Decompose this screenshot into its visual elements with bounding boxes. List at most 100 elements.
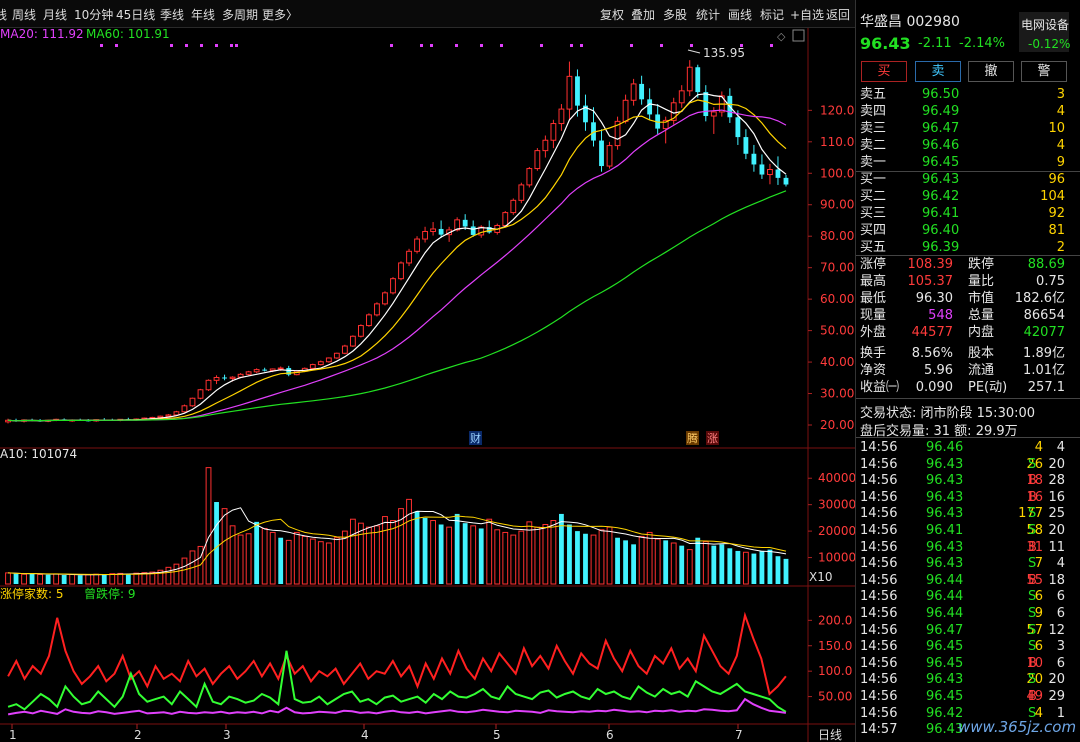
volume-bar — [261, 527, 268, 585]
price-tick-label: 90.00 — [820, 198, 854, 212]
sell-button[interactable]: 卖 — [915, 61, 961, 82]
price-tick-label: 100.0 — [820, 166, 854, 180]
volume-bar — [510, 534, 517, 585]
candle-body — [751, 153, 757, 165]
ma20-line — [7, 109, 787, 422]
volume-bar — [462, 523, 468, 584]
volume-bar — [69, 573, 76, 585]
volume-bar — [550, 520, 557, 585]
volume-axis: 40000 30000 20000 10000 — [808, 471, 855, 565]
stat-value: 42077 — [1023, 325, 1065, 340]
volume-bar — [494, 529, 501, 585]
expand-icon[interactable]: ◇ — [777, 30, 786, 43]
volume-ma10-line — [7, 515, 787, 575]
candle-body — [181, 405, 188, 413]
volume-bar — [638, 535, 645, 585]
ma10-line — [7, 99, 787, 422]
signal-dot — [540, 44, 543, 47]
candle-body — [390, 278, 396, 294]
candle-body — [686, 66, 693, 92]
volume-bar — [301, 535, 308, 585]
stock-change: -2.11 — [918, 36, 952, 51]
candle-body — [438, 228, 444, 235]
candle-body — [735, 117, 741, 138]
volume-bar — [13, 573, 19, 584]
ask-volume: 3 — [1056, 87, 1065, 102]
candle-body — [502, 212, 509, 227]
chart-area[interactable]: 120.0 110.0 100.0 90.00 80.00 70.00 60.00 50.00… — [0, 0, 855, 742]
indicator-tick-label: 150.0 — [818, 639, 852, 653]
high-price-label: 135.95 — [703, 46, 745, 60]
ticks-separator — [856, 437, 1080, 438]
stat-value: 0.75 — [1036, 274, 1065, 289]
signal-dot — [630, 44, 633, 47]
signal-dot — [235, 44, 238, 47]
volume-bar — [438, 524, 444, 584]
volume-bar — [406, 498, 412, 585]
volume-bar — [285, 539, 292, 585]
cancel-order-button[interactable]: 撤 — [968, 61, 1014, 82]
volume-bar — [735, 550, 741, 584]
volume-bar — [205, 467, 212, 585]
volume-bar — [775, 556, 781, 584]
signal-dot — [455, 44, 458, 47]
watermark: www.365jz.com — [958, 718, 1077, 736]
volume-bar — [181, 557, 188, 585]
indicator-tick-label: 200.0 — [818, 613, 852, 627]
candle-body — [647, 99, 653, 115]
indicator-line-2 — [7, 697, 787, 716]
volume-bar — [679, 545, 685, 584]
volume-bar — [414, 511, 420, 584]
volume-bar — [333, 537, 340, 585]
limitup-legend: 涨停家数: 5 — [0, 586, 64, 601]
candle-body — [759, 164, 765, 175]
candle-body — [197, 389, 204, 399]
candle-body — [470, 226, 476, 235]
bid-volume: 104 — [1040, 189, 1065, 204]
candle-body — [703, 92, 709, 117]
volume-ma5-line — [7, 507, 787, 576]
volume-bar — [278, 537, 284, 584]
volume-bar — [598, 529, 605, 585]
volume-bar — [214, 502, 219, 584]
volume-bar — [325, 542, 332, 585]
ma60-line — [7, 190, 787, 422]
candle-body — [622, 99, 629, 122]
date-tick-label: 3 — [223, 728, 231, 742]
volume-bar — [229, 525, 236, 585]
high-price-pointer — [687, 49, 701, 54]
volume-bar — [165, 566, 172, 585]
volume-bar — [526, 521, 533, 585]
volume-bar — [21, 573, 27, 585]
volume-bar — [349, 518, 356, 585]
tick-count: 16 — [1048, 489, 1065, 505]
signal-dot — [580, 44, 583, 47]
volume-bar — [727, 548, 733, 584]
ask-volume: 4 — [1056, 138, 1065, 153]
price-tick-label: 110.0 — [820, 135, 854, 149]
stat-value: 257.1 — [1027, 380, 1065, 395]
volume-unit: X10 — [809, 570, 833, 584]
candle-body — [229, 376, 236, 379]
candle-body — [743, 137, 749, 154]
volume-bar — [702, 541, 709, 585]
volume-bar — [759, 550, 765, 584]
ma-legend-60: MA60: 101.91 — [86, 27, 170, 41]
volume-bar — [237, 534, 244, 585]
candle-body — [767, 169, 773, 176]
candle-body — [366, 314, 372, 327]
indicator-line-0 — [7, 611, 787, 696]
tick-count: 18 — [1048, 572, 1065, 588]
volume-tick-label: 20000 — [818, 524, 855, 538]
alert-button[interactable]: 警 — [1021, 61, 1067, 82]
buy-button[interactable]: 买 — [861, 61, 907, 82]
tick-count: 20 — [1048, 672, 1065, 688]
toggle-box-icon[interactable] — [792, 29, 805, 42]
volume-bar — [293, 531, 300, 585]
indicator-tick-label: 100.0 — [818, 664, 852, 678]
signal-dot — [480, 44, 483, 47]
sector-tag[interactable]: 电网设备 -0.12% — [1019, 12, 1070, 52]
price-axis: 120.0 110.0 100.0 90.00 80.00 70.00 60.00 50.00… — [808, 103, 854, 432]
volume-bar — [117, 572, 124, 585]
signal-dot — [170, 44, 173, 47]
